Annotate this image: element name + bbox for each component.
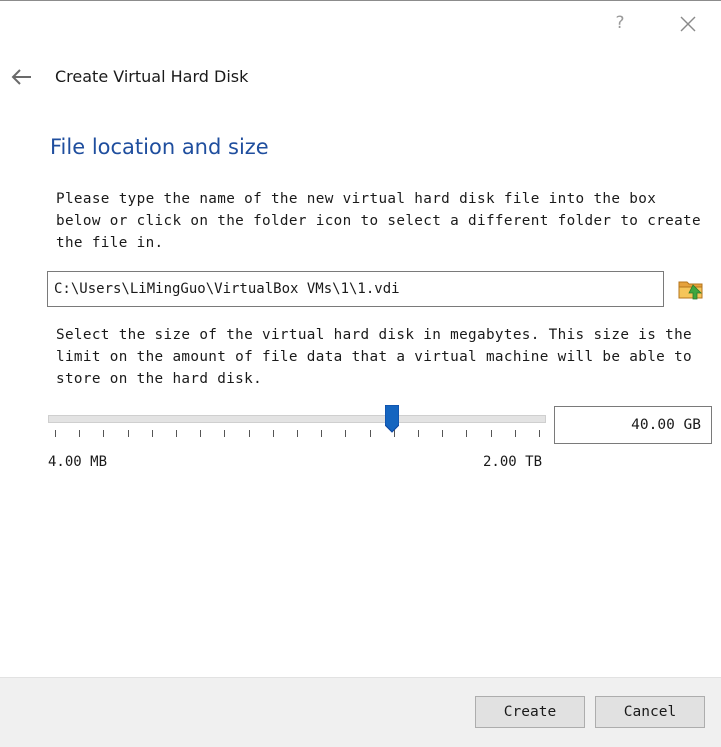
page-title: File location and size (50, 135, 269, 159)
wizard-title: Create Virtual Hard Disk (55, 67, 249, 86)
slider-tick (297, 430, 298, 437)
slider-tick (442, 430, 443, 437)
size-description: Select the size of the virtual hard disk… (56, 327, 692, 387)
slider-tick (128, 430, 129, 437)
slider-tick (273, 430, 274, 437)
slider-tick (515, 430, 516, 437)
slider-tick (79, 430, 80, 437)
slider-tick (539, 430, 540, 437)
size-slider-handle[interactable] (384, 404, 400, 433)
back-button[interactable] (10, 66, 34, 88)
slider-tick (466, 430, 467, 437)
slider-tick (321, 430, 322, 437)
size-min-label: 4.00 MB (48, 454, 108, 470)
create-button[interactable]: Create (475, 696, 585, 728)
slider-tick (249, 430, 250, 437)
close-button[interactable] (678, 14, 698, 34)
size-value-input[interactable]: 40.00 GB (554, 406, 712, 444)
slider-tick (345, 430, 346, 437)
close-icon (680, 16, 696, 32)
slider-tick (152, 430, 153, 437)
choose-folder-button[interactable] (677, 275, 705, 303)
back-arrow-icon (11, 69, 31, 85)
slider-tick (103, 430, 104, 437)
slider-tick (200, 430, 201, 437)
slider-tick (370, 430, 371, 437)
help-button[interactable]: ? (610, 12, 630, 34)
size-slider-track[interactable] (48, 415, 546, 423)
slider-tick (418, 430, 419, 437)
slider-tick (176, 430, 177, 437)
slider-tick (55, 430, 56, 437)
window-top-border (0, 0, 721, 1)
location-description: Please type the name of the new virtual … (56, 191, 701, 251)
size-max-label: 2.00 TB (483, 454, 543, 470)
folder-icon (678, 281, 703, 300)
slider-tick (394, 430, 395, 437)
slider-tick (224, 430, 225, 437)
slider-tick (491, 430, 492, 437)
size-slider-ticks (48, 430, 546, 440)
file-location-input[interactable]: C:\Users\LiMingGuo\VirtualBox VMs\1\1.vd… (47, 271, 664, 307)
cancel-button[interactable]: Cancel (595, 696, 705, 728)
